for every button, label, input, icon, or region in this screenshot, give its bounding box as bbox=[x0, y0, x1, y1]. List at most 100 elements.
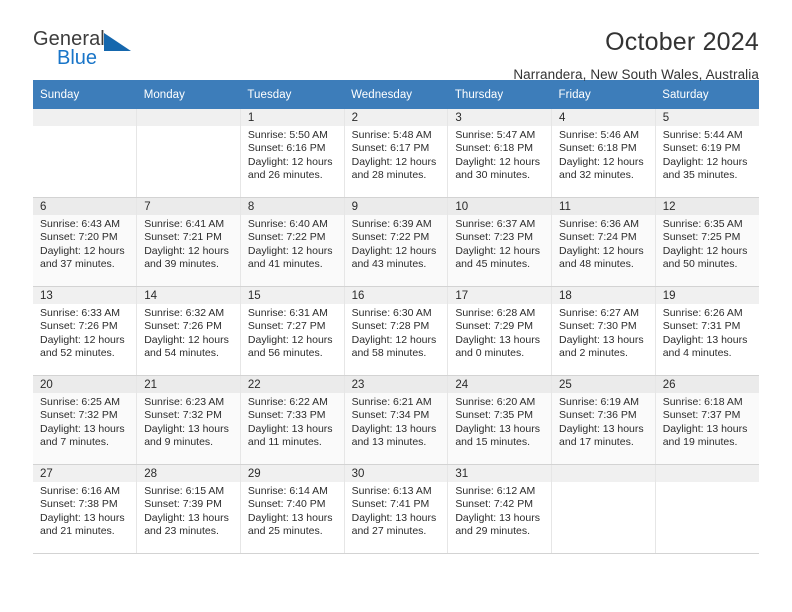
header-titles: October 2024 Narrandera, New South Wales… bbox=[143, 28, 759, 84]
day-number: 10 bbox=[448, 198, 552, 215]
daylight-text-line1: Daylight: 13 hours bbox=[40, 511, 125, 524]
weekday-header-wednesday: Wednesday bbox=[344, 80, 448, 109]
day-cell-inner: 21 Sunrise: 6:23 AM Sunset: 7:32 PM Dayligh… bbox=[137, 376, 240, 464]
day-details: Sunrise: 6:13 AM Sunset: 7:41 PM Daylight:… bbox=[345, 482, 448, 539]
weekday-header-monday: Monday bbox=[136, 80, 241, 109]
sunrise-text: Sunrise: 6:14 AM bbox=[247, 485, 328, 497]
calendar-day-cell[interactable]: 22 Sunrise: 6:22 AM Sunset: 7:33 PM Dayligh… bbox=[240, 375, 345, 465]
calendar-day-cell[interactable]: 20 Sunrise: 6:25 AM Sunset: 7:32 PM Dayligh… bbox=[33, 375, 138, 465]
calendar-day-cell[interactable]: 5 Sunrise: 5:44 AM Sunset: 6:19 PM Daylight… bbox=[655, 109, 759, 198]
calendar-day-cell[interactable]: 23 Sunrise: 6:21 AM Sunset: 7:34 PM Dayligh… bbox=[344, 375, 449, 465]
sunrise-text: Sunrise: 6:33 AM bbox=[40, 307, 120, 319]
sunset-text: Sunset: 7:37 PM bbox=[662, 409, 741, 422]
daylight-text-line1: Daylight: 12 hours bbox=[662, 155, 748, 168]
daylight-text-line2: and 28 minutes. bbox=[351, 169, 427, 182]
weekday-header-saturday: Saturday bbox=[655, 80, 759, 109]
calendar-day-cell[interactable]: 29 Sunrise: 6:14 AM Sunset: 7:40 PM Dayligh… bbox=[240, 464, 345, 554]
sunrise-text: Sunrise: 6:22 AM bbox=[247, 396, 328, 408]
day-cell-inner: 31 Sunrise: 6:12 AM Sunset: 7:42 PM Dayligh… bbox=[448, 465, 552, 553]
day-cell-inner: 8 Sunrise: 6:40 AM Sunset: 7:22 PM Daylight… bbox=[240, 198, 344, 286]
sunset-text: Sunset: 7:42 PM bbox=[455, 498, 533, 511]
calendar-day-cell[interactable]: 21 Sunrise: 6:23 AM Sunset: 7:32 PM Dayligh… bbox=[136, 375, 241, 465]
sunset-text: Sunset: 7:38 PM bbox=[40, 498, 118, 511]
day-cell-inner: 26 Sunrise: 6:18 AM Sunset: 7:37 PM Dayligh… bbox=[655, 376, 759, 464]
brand-name-blue: Blue bbox=[57, 47, 98, 69]
calendar-day-cell bbox=[136, 109, 241, 198]
calendar-day-cell[interactable]: 13 Sunrise: 6:33 AM Sunset: 7:26 PM Dayligh… bbox=[33, 286, 138, 376]
sunset-text: Sunset: 7:27 PM bbox=[247, 320, 326, 333]
day-details: Sunrise: 6:19 AM Sunset: 7:36 PM Daylight:… bbox=[552, 393, 655, 450]
day-details: Sunrise: 6:33 AM Sunset: 7:26 PM Daylight:… bbox=[33, 304, 136, 361]
calendar-day-cell[interactable]: 18 Sunrise: 6:27 AM Sunset: 7:30 PM Dayligh… bbox=[551, 286, 656, 376]
weekday-header-row: Sunday Monday Tuesday Wednesday Thursday… bbox=[33, 80, 759, 109]
daylight-text-line2: and 52 minutes. bbox=[40, 347, 115, 360]
daylight-text-line1: Daylight: 12 hours bbox=[247, 244, 333, 257]
calendar-day-cell[interactable]: 9 Sunrise: 6:39 AM Sunset: 7:22 PM Daylight… bbox=[344, 197, 449, 287]
calendar-day-cell[interactable]: 25 Sunrise: 6:19 AM Sunset: 7:36 PM Dayligh… bbox=[551, 375, 656, 465]
day-cell-inner: 29 Sunrise: 6:14 AM Sunset: 7:40 PM Dayligh… bbox=[240, 465, 344, 553]
calendar-day-cell[interactable]: 8 Sunrise: 6:40 AM Sunset: 7:22 PM Daylight… bbox=[240, 197, 345, 287]
day-cell-inner: 27 Sunrise: 6:16 AM Sunset: 7:38 PM Dayligh… bbox=[33, 465, 137, 553]
location-subtitle: Narrandera, New South Wales, Australia bbox=[513, 67, 759, 82]
calendar-day-cell[interactable]: 10 Sunrise: 6:37 AM Sunset: 7:23 PM Dayligh… bbox=[447, 197, 553, 287]
day-number: 26 bbox=[655, 376, 759, 393]
daylight-text-line2: and 30 minutes. bbox=[455, 169, 531, 182]
day-number: 15 bbox=[240, 287, 344, 304]
daylight-text-line2: and 2 minutes. bbox=[559, 347, 628, 360]
sunrise-text: Sunrise: 6:27 AM bbox=[559, 307, 639, 319]
day-details: Sunrise: 6:32 AM Sunset: 7:26 PM Daylight:… bbox=[137, 304, 240, 361]
calendar-day-cell[interactable]: 27 Sunrise: 6:16 AM Sunset: 7:38 PM Dayligh… bbox=[33, 464, 138, 554]
day-number: 24 bbox=[448, 376, 552, 393]
daylight-text-line2: and 41 minutes. bbox=[247, 258, 323, 271]
calendar-day-cell[interactable]: 14 Sunrise: 6:32 AM Sunset: 7:26 PM Dayligh… bbox=[136, 286, 241, 376]
day-cell-inner: 24 Sunrise: 6:20 AM Sunset: 7:35 PM Dayligh… bbox=[448, 376, 552, 464]
sunrise-text: Sunrise: 6:26 AM bbox=[662, 307, 743, 319]
day-number: 18 bbox=[552, 287, 655, 304]
sunrise-text: Sunrise: 5:46 AM bbox=[559, 129, 639, 141]
day-cell-inner: 5 Sunrise: 5:44 AM Sunset: 6:19 PM Daylight… bbox=[655, 109, 759, 197]
day-details: Sunrise: 6:14 AM Sunset: 7:40 PM Daylight:… bbox=[241, 482, 344, 539]
calendar-day-cell[interactable]: 7 Sunrise: 6:41 AM Sunset: 7:21 PM Daylight… bbox=[136, 197, 241, 287]
day-cell-inner bbox=[137, 109, 240, 197]
daylight-text-line2: and 13 minutes. bbox=[351, 436, 427, 449]
daylight-text-line1: Daylight: 13 hours bbox=[559, 333, 644, 346]
day-cell-inner: 25 Sunrise: 6:19 AM Sunset: 7:36 PM Dayligh… bbox=[552, 376, 655, 464]
calendar-day-cell[interactable]: 26 Sunrise: 6:18 AM Sunset: 7:37 PM Dayligh… bbox=[655, 375, 759, 465]
weekday-header-thursday: Thursday bbox=[447, 80, 552, 109]
day-details: Sunrise: 5:44 AM Sunset: 6:19 PM Daylight:… bbox=[656, 126, 759, 183]
daylight-text-line1: Daylight: 12 hours bbox=[455, 155, 540, 168]
calendar-day-cell[interactable]: 30 Sunrise: 6:13 AM Sunset: 7:41 PM Dayligh… bbox=[344, 464, 449, 554]
sunset-text: Sunset: 7:21 PM bbox=[144, 231, 222, 244]
calendar-day-cell[interactable]: 16 Sunrise: 6:30 AM Sunset: 7:28 PM Dayligh… bbox=[344, 286, 449, 376]
calendar-day-cell[interactable]: 1 Sunrise: 5:50 AM Sunset: 6:16 PM Daylight… bbox=[240, 109, 345, 198]
day-number: 11 bbox=[552, 198, 655, 215]
day-cell-inner: 23 Sunrise: 6:21 AM Sunset: 7:34 PM Dayligh… bbox=[344, 376, 448, 464]
calendar-day-cell[interactable]: 31 Sunrise: 6:12 AM Sunset: 7:42 PM Dayligh… bbox=[447, 464, 553, 554]
calendar-day-cell bbox=[551, 464, 656, 554]
calendar-day-cell[interactable]: 15 Sunrise: 6:31 AM Sunset: 7:27 PM Dayligh… bbox=[240, 286, 345, 376]
sunrise-text: Sunrise: 6:15 AM bbox=[144, 485, 225, 497]
calendar-day-cell[interactable]: 17 Sunrise: 6:28 AM Sunset: 7:29 PM Dayligh… bbox=[447, 286, 553, 376]
day-details: Sunrise: 6:20 AM Sunset: 7:35 PM Daylight:… bbox=[448, 393, 551, 450]
calendar-day-cell[interactable]: 4 Sunrise: 5:46 AM Sunset: 6:18 PM Daylight… bbox=[551, 109, 656, 198]
calendar-day-cell[interactable]: 19 Sunrise: 6:26 AM Sunset: 7:31 PM Dayligh… bbox=[655, 286, 759, 376]
day-cell-inner: 13 Sunrise: 6:33 AM Sunset: 7:26 PM Dayligh… bbox=[33, 287, 137, 375]
calendar-day-cell[interactable]: 28 Sunrise: 6:15 AM Sunset: 7:39 PM Dayligh… bbox=[136, 464, 241, 554]
day-number: 19 bbox=[655, 287, 759, 304]
day-details: Sunrise: 6:36 AM Sunset: 7:24 PM Daylight:… bbox=[552, 215, 655, 272]
daylight-text-line2: and 39 minutes. bbox=[144, 258, 219, 271]
calendar-day-cell[interactable]: 2 Sunrise: 5:48 AM Sunset: 6:17 PM Daylight… bbox=[344, 109, 449, 198]
daylight-text-line1: Daylight: 13 hours bbox=[144, 422, 229, 435]
day-details: Sunrise: 6:35 AM Sunset: 7:25 PM Daylight:… bbox=[656, 215, 759, 272]
daylight-text-line1: Daylight: 12 hours bbox=[351, 155, 437, 168]
calendar-day-cell[interactable]: 3 Sunrise: 5:47 AM Sunset: 6:18 PM Daylight… bbox=[447, 109, 553, 198]
calendar-day-cell[interactable]: 12 Sunrise: 6:35 AM Sunset: 7:25 PM Dayligh… bbox=[655, 197, 759, 287]
calendar-day-cell[interactable]: 6 Sunrise: 6:43 AM Sunset: 7:20 PM Daylight… bbox=[33, 197, 138, 287]
day-details: Sunrise: 6:21 AM Sunset: 7:34 PM Daylight:… bbox=[345, 393, 448, 450]
calendar-day-cell[interactable]: 11 Sunrise: 6:36 AM Sunset: 7:24 PM Dayligh… bbox=[551, 197, 656, 287]
day-cell-inner bbox=[655, 465, 759, 553]
calendar-day-cell[interactable]: 24 Sunrise: 6:20 AM Sunset: 7:35 PM Dayligh… bbox=[447, 375, 553, 465]
calendar-week-row: 1 Sunrise: 5:50 AM Sunset: 6:16 PM Daylight… bbox=[33, 109, 759, 198]
day-details: Sunrise: 6:23 AM Sunset: 7:32 PM Daylight:… bbox=[137, 393, 240, 450]
daylight-text-line2: and 27 minutes. bbox=[351, 525, 427, 538]
